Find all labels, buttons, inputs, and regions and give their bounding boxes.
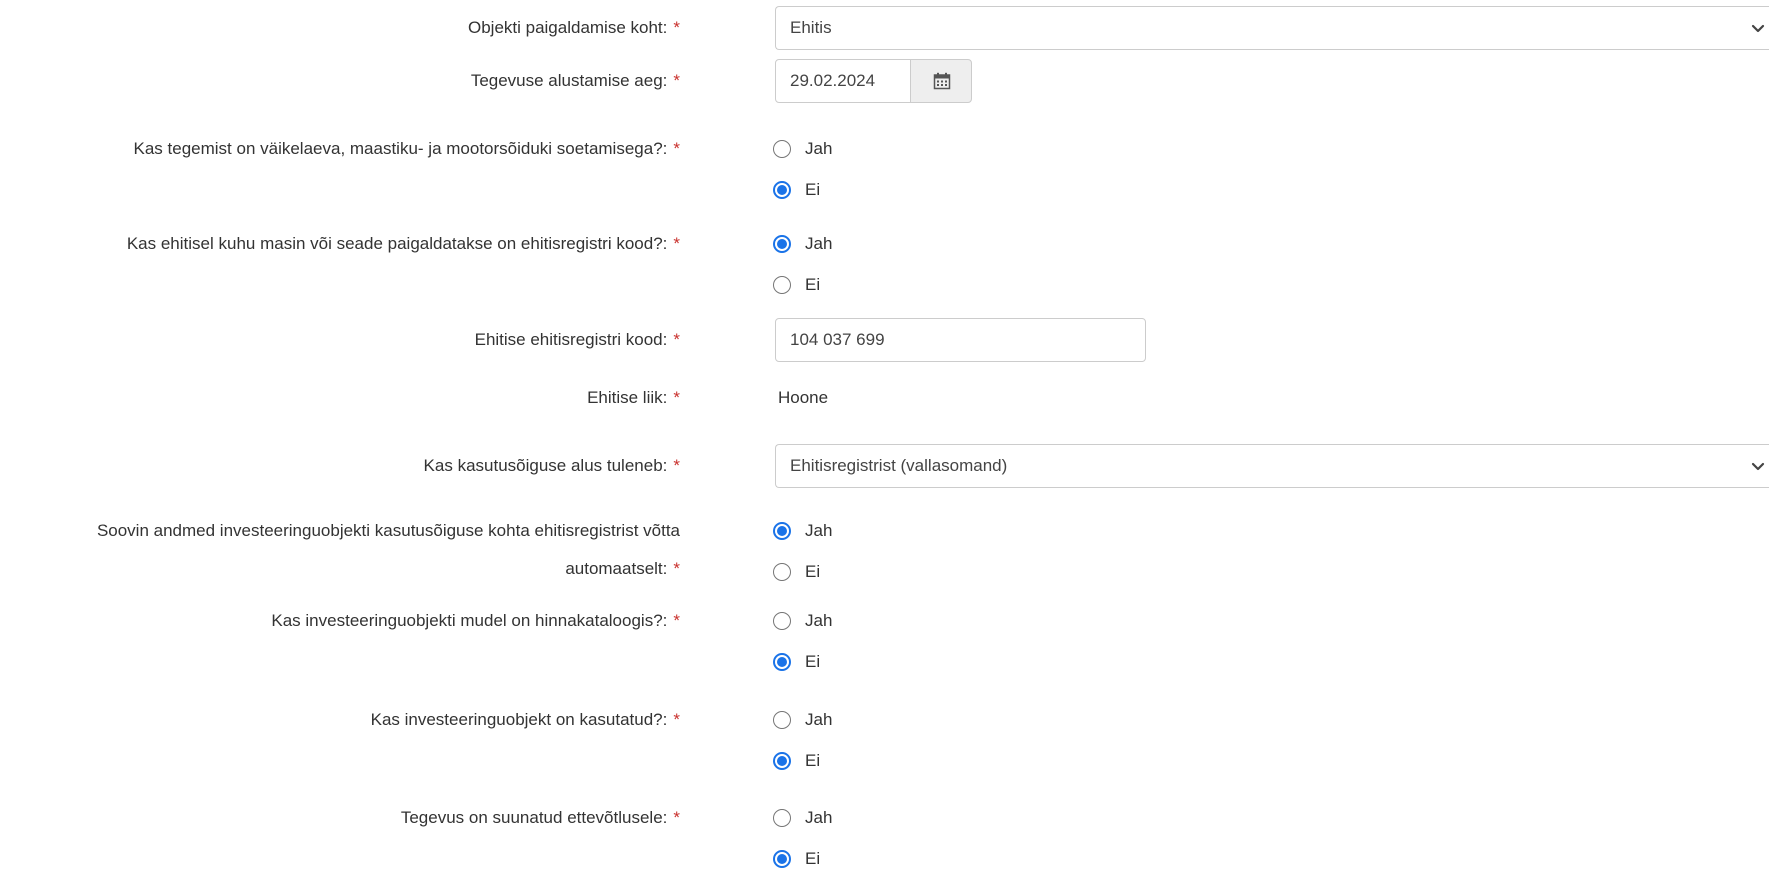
business-directed-radio-ei[interactable]: Ei	[773, 846, 820, 872]
install-location-value: Ehitis	[790, 18, 832, 37]
required-mark: *	[673, 808, 680, 827]
is-used-radio-jah[interactable]: Jah	[773, 707, 832, 733]
registry-code-value: 104 037 699	[790, 330, 885, 349]
business-directed-label: Tegevus on suunatud ettevõtlusele: *	[400, 808, 680, 827]
radio-circle[interactable]	[773, 809, 791, 827]
auto-fetch-radio-ei[interactable]: Ei	[773, 559, 820, 585]
radio-circle[interactable]	[773, 653, 791, 671]
required-mark: *	[673, 710, 680, 729]
required-mark: *	[673, 18, 680, 37]
required-mark: *	[673, 330, 680, 349]
start-date-label: Tegevuse alustamise aeg: *	[470, 71, 680, 90]
required-mark: *	[673, 139, 680, 158]
vehicle-purchase-radio-ei[interactable]: Ei	[773, 177, 820, 203]
price-catalog-radio-ei[interactable]: Ei	[773, 649, 820, 675]
building-type-value: Hoone	[778, 388, 829, 407]
start-date-value: 29.02.2024	[790, 71, 876, 90]
radio-circle[interactable]	[773, 711, 791, 729]
radio-circle[interactable]	[773, 276, 791, 294]
radio-circle[interactable]	[773, 563, 791, 581]
chevron-down-icon	[1751, 24, 1765, 33]
required-mark: *	[673, 234, 680, 253]
required-mark: *	[673, 559, 680, 578]
auto-fetch-radio-jah[interactable]: Jah	[773, 518, 832, 544]
install-location-label: Objekti paigaldamise koht: *	[467, 18, 680, 37]
required-mark: *	[673, 388, 680, 407]
radio-circle[interactable]	[773, 850, 791, 868]
radio-circle[interactable]	[773, 140, 791, 158]
vehicle-purchase-radio-jah[interactable]: Jah	[773, 136, 832, 162]
radio-circle[interactable]	[773, 181, 791, 199]
usage-right-basis-label: Kas kasutusõiguse alus tuleneb: *	[423, 456, 680, 475]
auto-fetch-label-line2: automaatselt: *	[565, 559, 680, 578]
required-mark: *	[673, 71, 680, 90]
usage-right-basis-select[interactable]: Ehitisregistrist (vallasomand)	[775, 444, 1769, 488]
required-mark: *	[673, 611, 680, 630]
registry-code-input[interactable]: 104 037 699	[775, 318, 1146, 362]
date-picker-button[interactable]	[910, 59, 972, 103]
radio-circle[interactable]	[773, 522, 791, 540]
install-location-select[interactable]: Ehitis	[775, 6, 1769, 50]
price-catalog-radio-jah[interactable]: Jah	[773, 608, 832, 634]
price-catalog-label: Kas investeeringuobjekti mudel on hinnak…	[271, 611, 680, 630]
business-directed-radio-jah[interactable]: Jah	[773, 805, 832, 831]
usage-right-basis-value: Ehitisregistrist (vallasomand)	[790, 456, 1008, 475]
required-mark: *	[673, 456, 680, 475]
has-registry-code-radio-jah[interactable]: Jah	[773, 231, 832, 257]
radio-circle[interactable]	[773, 612, 791, 630]
start-date-input[interactable]: 29.02.2024	[775, 59, 911, 103]
calendar-icon	[933, 72, 951, 90]
auto-fetch-label-line1: Soovin andmed investeeringuobjekti kasut…	[96, 521, 680, 540]
is-used-label: Kas investeeringuobjekt on kasutatud?: *	[370, 710, 680, 729]
building-type-label: Ehitise liik: *	[587, 388, 680, 407]
radio-circle[interactable]	[773, 235, 791, 253]
has-registry-code-radio-ei[interactable]: Ei	[773, 272, 820, 298]
vehicle-purchase-label: Kas tegemist on väikelaeva, maastiku- ja…	[133, 139, 681, 158]
chevron-down-icon	[1751, 462, 1765, 471]
radio-circle[interactable]	[773, 752, 791, 770]
registry-code-label: Ehitise ehitisregistri kood: *	[474, 330, 680, 349]
auto-fetch-label: Soovin andmed investeeringuobjekti kasut…	[97, 512, 680, 588]
is-used-radio-ei[interactable]: Ei	[773, 748, 820, 774]
has-registry-code-label: Kas ehitisel kuhu masin või seade paigal…	[126, 234, 680, 253]
